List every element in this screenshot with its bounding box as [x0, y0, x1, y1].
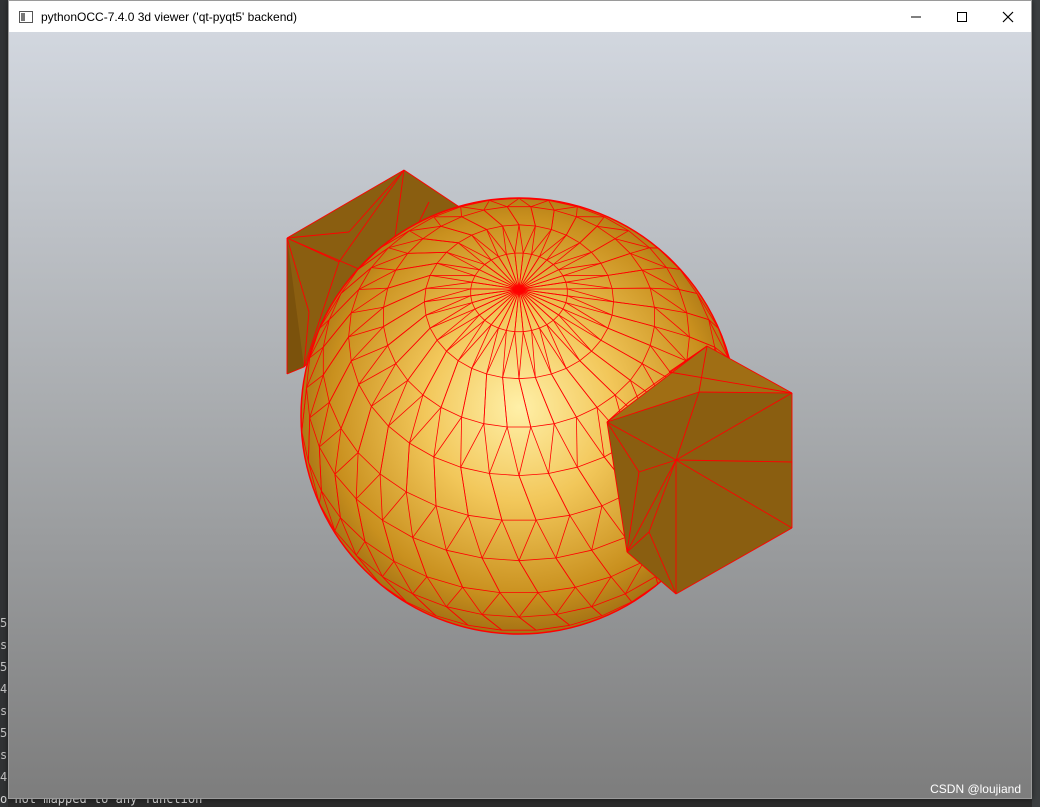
3d-scene[interactable]	[9, 32, 1031, 798]
mesh-edge	[425, 288, 471, 290]
window-title: pythonOCC-7.4.0 3d viewer ('qt-pyqt5' ba…	[41, 9, 298, 24]
console-right-strip	[1032, 0, 1040, 807]
window-controls	[893, 1, 1031, 32]
title-bar[interactable]: pythonOCC-7.4.0 3d viewer ('qt-pyqt5' ba…	[9, 1, 1031, 32]
minimize-icon	[911, 16, 921, 17]
minimize-button[interactable]	[893, 1, 939, 32]
viewer-window: pythonOCC-7.4.0 3d viewer ('qt-pyqt5' ba…	[8, 0, 1032, 799]
mesh-edge	[567, 288, 613, 290]
app-window-icon	[19, 10, 33, 23]
3d-viewport[interactable]: CSDN @loujiand	[9, 32, 1031, 798]
close-button[interactable]	[985, 1, 1031, 32]
maximize-icon	[957, 11, 967, 22]
watermark: CSDN @loujiand	[930, 782, 1021, 796]
close-icon	[1002, 11, 1014, 22]
maximize-button[interactable]	[939, 1, 985, 32]
